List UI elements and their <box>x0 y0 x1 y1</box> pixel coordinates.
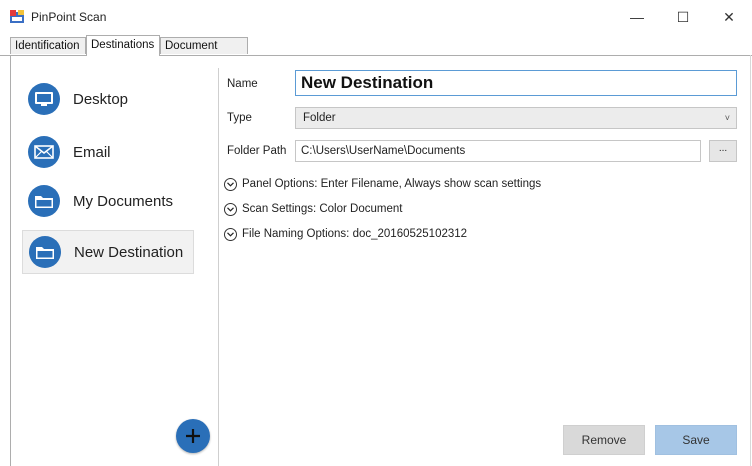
sidebar-item-new-destination[interactable]: New Destination <box>22 230 194 274</box>
expander-label: Panel Options: Enter Filename, Always sh… <box>242 178 542 190</box>
file-naming-expander[interactable]: File Naming Options: doc_20160525102312 <box>224 226 467 242</box>
plus-icon <box>186 429 200 443</box>
save-button[interactable]: Save <box>655 425 737 455</box>
maximize-button[interactable]: ☐ <box>660 0 706 34</box>
scan-settings-expander[interactable]: Scan Settings: Color Document <box>224 201 402 217</box>
sidebar-item-label: Email <box>73 144 111 161</box>
maximize-icon: ☐ <box>676 8 690 25</box>
expander-label: File Naming Options: doc_20160525102312 <box>242 228 468 240</box>
title-bar: PinPoint Scan — ☐ ✕ <box>0 0 752 34</box>
sidebar-item-label: My Documents <box>73 193 174 210</box>
name-field[interactable]: New Destination <box>295 70 737 96</box>
sidebar-item-label: New Destination <box>74 244 184 261</box>
tab-identification[interactable]: Identification <box>10 37 86 54</box>
expander-label: Scan Settings: Color Document <box>242 203 403 215</box>
browse-button[interactable]: ... <box>709 140 737 162</box>
close-icon: ✕ <box>723 8 735 25</box>
tab-strip: Identification Destinations Document Log… <box>0 35 752 69</box>
envelope-icon <box>28 136 60 168</box>
remove-button[interactable]: Remove <box>563 425 645 455</box>
chevron-down-circle-icon <box>224 202 237 216</box>
chevron-down-circle-icon <box>224 227 237 241</box>
name-label: Name <box>227 78 258 90</box>
folder-path-label: Folder Path <box>227 145 287 157</box>
tab-document-logs[interactable]: Document Logs <box>160 37 248 69</box>
chevron-down-icon: ˅ <box>724 113 730 123</box>
sidebar-item-label: Desktop <box>73 91 129 108</box>
panel-options-expander[interactable]: Panel Options: Enter Filename, Always sh… <box>224 176 541 192</box>
close-button[interactable]: ✕ <box>706 0 752 34</box>
pinpoint-app-icon <box>10 10 24 23</box>
window-title: PinPoint Scan <box>31 10 107 24</box>
minimize-button[interactable]: — <box>614 0 660 34</box>
chevron-down-circle-icon <box>224 177 237 191</box>
frame-border-right <box>750 55 751 466</box>
panel-divider <box>218 68 219 466</box>
folder-icon <box>28 185 60 217</box>
type-select[interactable]: Folder ˅ <box>295 107 737 129</box>
type-label: Type <box>227 112 252 124</box>
minimize-icon: — <box>630 9 644 25</box>
folder-icon <box>29 236 61 268</box>
tab-destinations[interactable]: Destinations <box>86 35 160 56</box>
sidebar-item-email[interactable]: Email <box>22 131 194 173</box>
monitor-icon <box>28 83 60 115</box>
type-select-value: Folder <box>303 112 336 124</box>
sidebar-item-desktop[interactable]: Desktop <box>22 78 194 120</box>
add-destination-button[interactable] <box>176 419 210 453</box>
sidebar-item-my-documents[interactable]: My Documents <box>22 180 194 222</box>
folder-path-field[interactable]: C:\Users\UserName\Documents <box>295 140 701 162</box>
